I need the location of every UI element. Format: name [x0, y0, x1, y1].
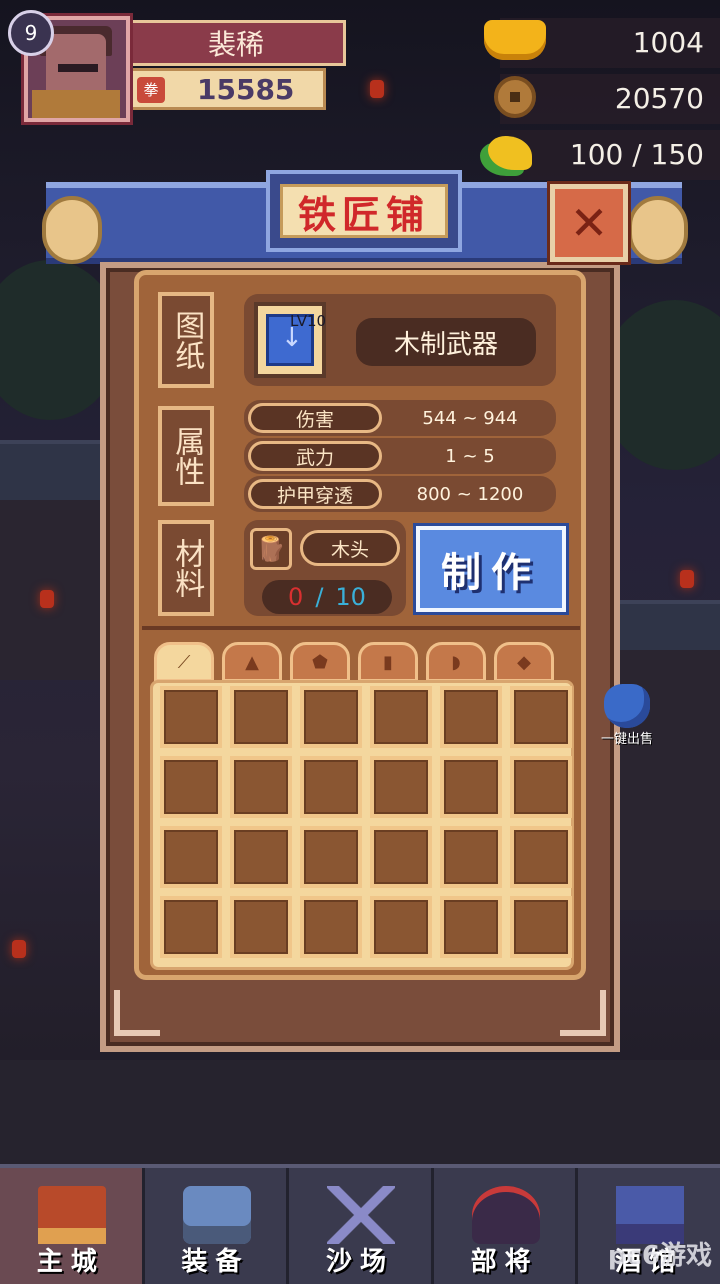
gold-value: 1004	[632, 26, 704, 59]
combat-power-value: 15585	[197, 73, 295, 106]
inventory-slot[interactable]	[300, 896, 362, 958]
inventory-slot[interactable]	[370, 686, 432, 748]
attribute-row: 武力 1 ~ 5	[244, 438, 556, 474]
gloves-icon: ◗	[451, 651, 461, 673]
sell-all-label: 一键出售	[600, 732, 653, 747]
equipment-tabs: ⟋ ▲ ⬟ ▮ ◗ ◆	[154, 642, 574, 682]
nav-generals[interactable]: 部将	[434, 1168, 579, 1284]
inventory-slot[interactable]	[230, 826, 292, 888]
player-level-badge: 9	[8, 10, 54, 56]
castle-icon	[38, 1186, 106, 1244]
tab-helmet[interactable]: ▲	[222, 642, 282, 682]
nav-battlefield[interactable]: 沙场	[289, 1168, 434, 1284]
stamina-resource: 100 / 150	[500, 130, 720, 180]
watermark: pc6游戏	[607, 1241, 712, 1271]
materials-section-label: 材料	[158, 520, 214, 616]
chest-icon	[182, 1186, 251, 1244]
inventory-grid	[160, 686, 572, 958]
tab-accessory[interactable]: ◆	[494, 642, 554, 682]
inventory-slot[interactable]	[510, 686, 572, 748]
nav-main-city[interactable]: 主城	[0, 1168, 145, 1284]
tab-weapon[interactable]: ⟋	[154, 642, 214, 682]
player-name: 裴稀	[126, 20, 346, 66]
inventory-slot[interactable]	[160, 756, 222, 818]
section-divider	[142, 626, 580, 630]
nav-label: 部将	[470, 1247, 539, 1277]
crossed-swords-icon	[327, 1186, 396, 1244]
material-separator: /	[315, 583, 324, 611]
inventory-slot[interactable]	[300, 826, 362, 888]
inventory-slot[interactable]	[230, 756, 292, 818]
inventory-slot[interactable]	[160, 896, 222, 958]
inventory-slot[interactable]	[370, 756, 432, 818]
inventory-slot[interactable]	[440, 686, 502, 748]
tab-gloves[interactable]: ◗	[426, 642, 486, 682]
stamina-value: 100 / 150	[569, 138, 704, 171]
attribute-key: 护甲穿透	[248, 479, 382, 509]
inventory-slot[interactable]	[370, 826, 432, 888]
sell-all-button[interactable]: 一键出售	[592, 684, 662, 750]
attribute-value: 544 ~ 944	[422, 407, 518, 429]
tab-boots[interactable]: ▮	[358, 642, 418, 682]
nav-equipment[interactable]: 装备	[145, 1168, 290, 1284]
wood-log-icon[interactable]: 🪵	[250, 528, 292, 570]
nav-label: 主城	[36, 1247, 105, 1277]
copper-value: 20570	[614, 82, 704, 115]
inventory-slot[interactable]	[510, 826, 572, 888]
inventory-slot[interactable]	[300, 686, 362, 748]
fist-icon: 拳	[137, 77, 165, 103]
sword-icon: ⟋	[177, 651, 191, 673]
attribute-key: 武力	[248, 441, 382, 471]
blueprint-section-label: 图纸	[158, 292, 214, 388]
attributes-section-label: 属性	[158, 406, 214, 506]
inventory-slot[interactable]	[160, 826, 222, 888]
material-count: 0 / 10	[262, 580, 392, 614]
copper-coin-icon	[494, 76, 536, 118]
attribute-value: 1 ~ 5	[445, 445, 495, 467]
nav-label: 沙场	[325, 1247, 394, 1277]
inventory-slot[interactable]	[370, 896, 432, 958]
inventory-slot[interactable]	[230, 686, 292, 748]
boots-icon: ▮	[383, 651, 393, 673]
close-icon: ✕	[569, 196, 609, 250]
craft-button[interactable]: 制作	[416, 526, 566, 612]
panel-title-box: 铁匠铺	[266, 170, 462, 252]
panel-title: 铁匠铺	[280, 184, 448, 238]
power-box: 拳 15585	[126, 68, 326, 110]
attribute-key: 伤害	[248, 403, 382, 433]
inventory-slot[interactable]	[300, 756, 362, 818]
tab-armor[interactable]: ⬟	[290, 642, 350, 682]
close-button[interactable]: ✕	[550, 184, 628, 262]
attribute-value: 800 ~ 1200	[416, 483, 524, 505]
gold-ingot-icon	[484, 20, 546, 60]
blueprint-name[interactable]: 木制武器	[356, 318, 536, 366]
blueprint-level: LV10	[290, 312, 327, 330]
helmet-icon	[471, 1186, 540, 1244]
accessory-icon: ◆	[517, 651, 531, 673]
armor-icon: ⬟	[312, 651, 328, 673]
inventory-slot[interactable]	[440, 826, 502, 888]
money-bag-icon	[604, 684, 650, 728]
inventory-slot[interactable]	[510, 756, 572, 818]
inventory-slot[interactable]	[160, 686, 222, 748]
attribute-row: 伤害 544 ~ 944	[244, 400, 556, 436]
helmet-icon: ▲	[245, 651, 259, 673]
inventory-slot[interactable]	[510, 896, 572, 958]
banner-scroll-left	[42, 196, 102, 264]
material-required: 10	[335, 583, 366, 611]
inventory-slot[interactable]	[230, 896, 292, 958]
material-owned: 0	[288, 583, 304, 611]
attribute-row: 护甲穿透 800 ~ 1200	[244, 476, 556, 512]
banner-scroll-right	[628, 196, 688, 264]
inventory-slot[interactable]	[440, 756, 502, 818]
material-name: 木头	[300, 530, 400, 566]
player-name-plate: 裴稀 拳 15585	[126, 20, 346, 110]
inventory-slot[interactable]	[440, 896, 502, 958]
nav-label: 装备	[181, 1247, 250, 1277]
